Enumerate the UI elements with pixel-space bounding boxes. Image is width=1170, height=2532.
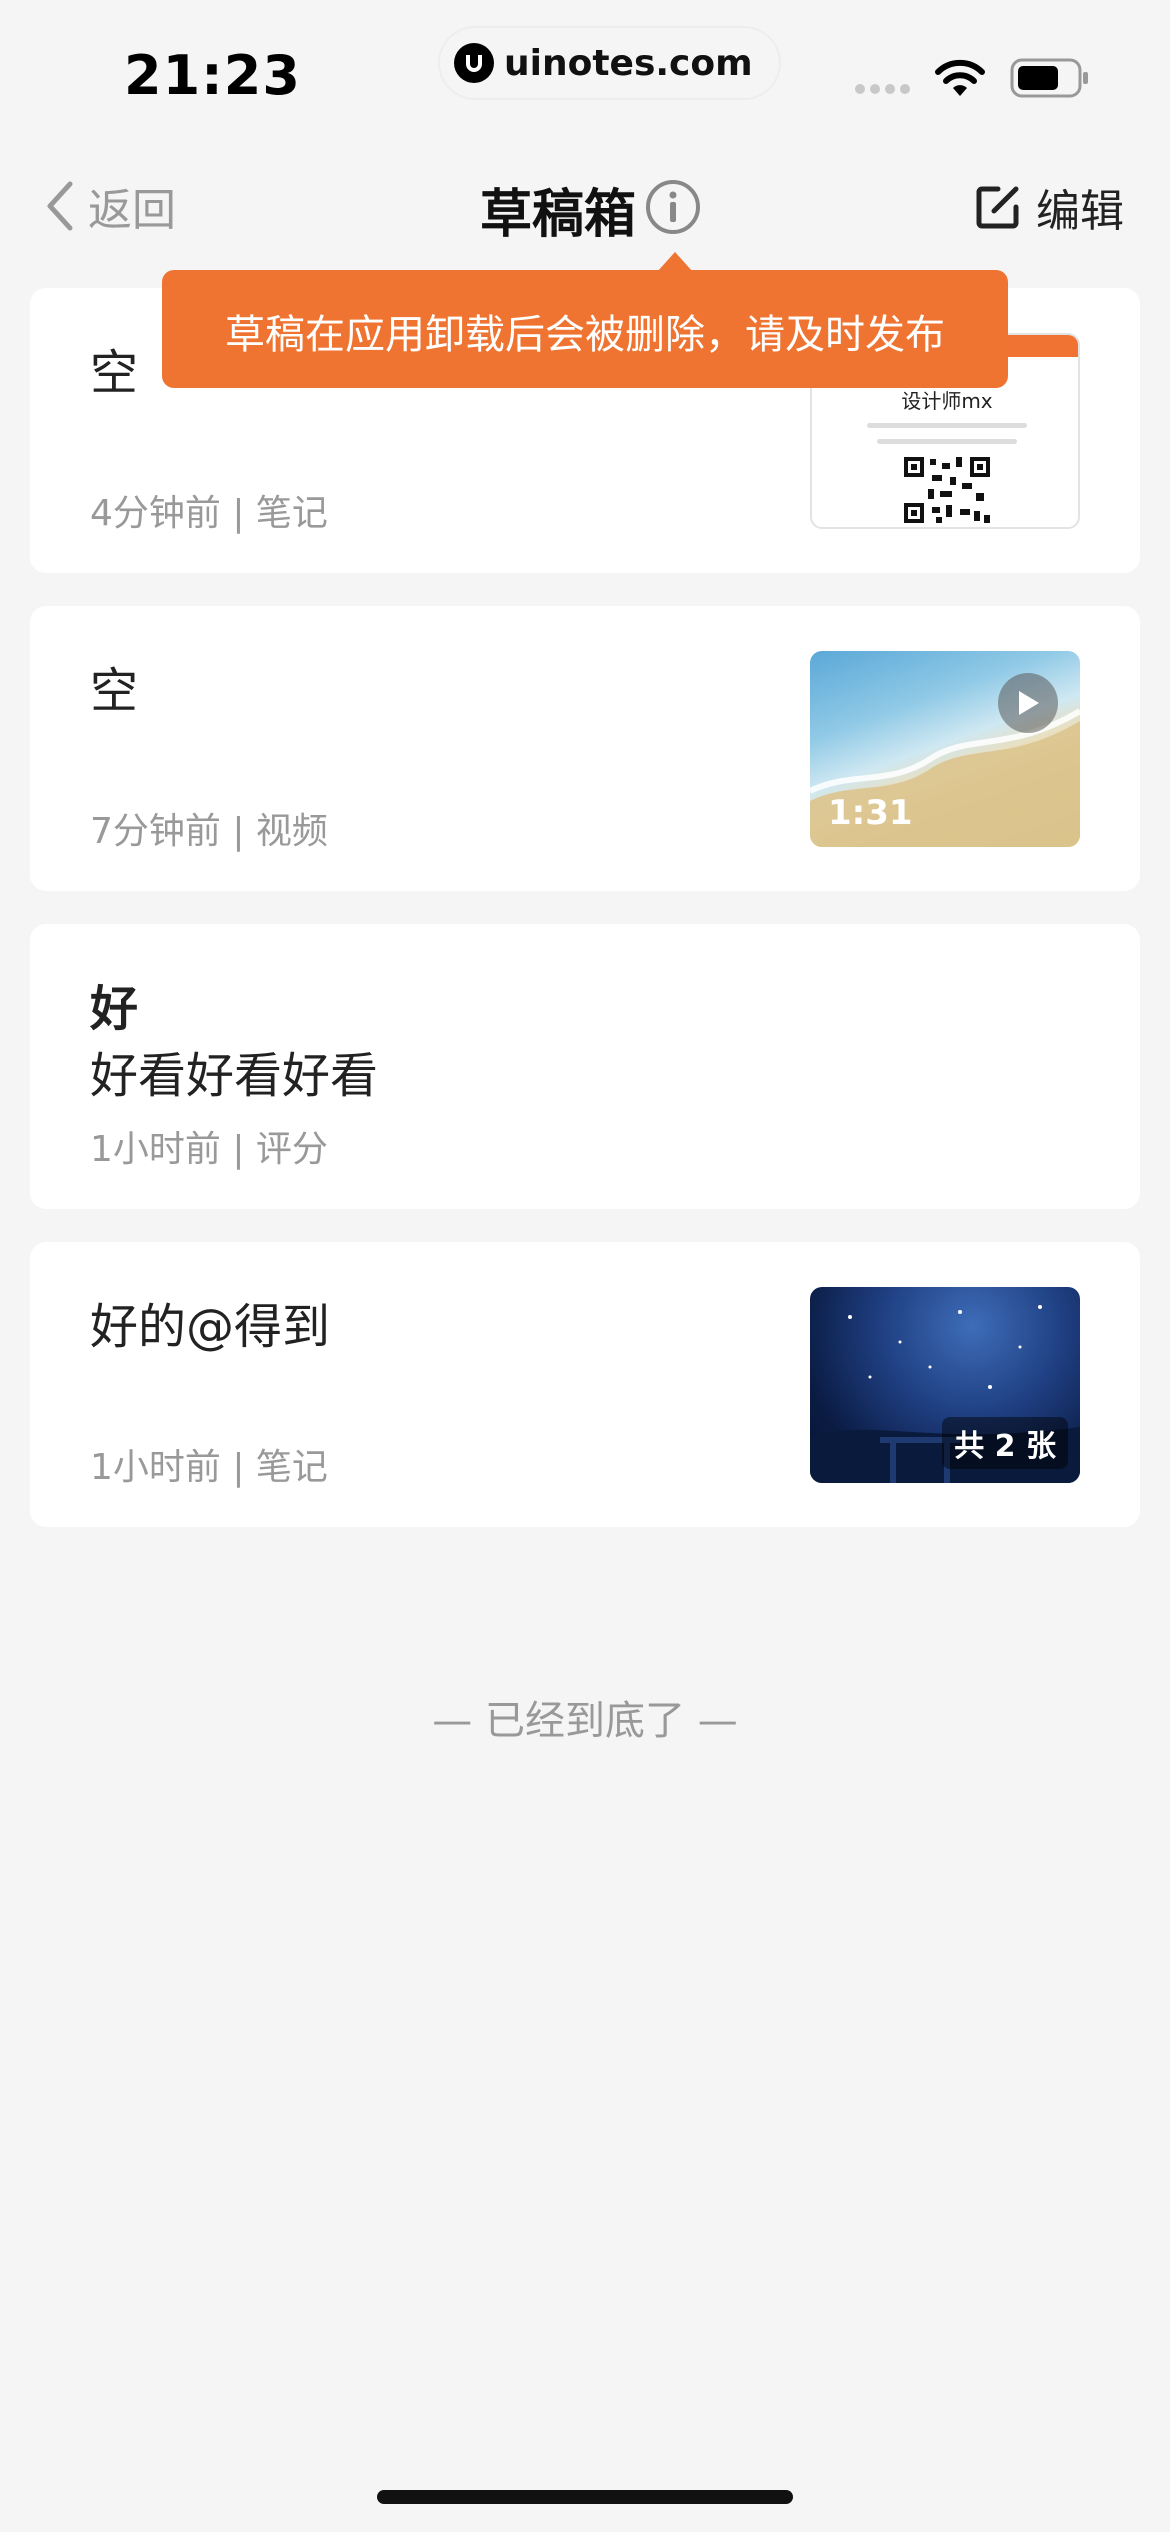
draft-content: 好看好看好看 — [90, 1048, 379, 1104]
tooltip-text: 草稿在应用卸载后会被删除，请及时发布 — [225, 312, 945, 358]
watermark-badge: uinotes.com — [440, 28, 779, 98]
edit-label: 编辑 — [1036, 186, 1124, 237]
chevron-left-icon — [47, 181, 73, 231]
page-title: 草稿箱 — [480, 185, 637, 245]
watermark-logo-icon — [454, 43, 494, 83]
draft-title: 空 — [90, 345, 139, 401]
draft-card[interactable]: 好 好看好看好看 1小时前 | 评分 — [30, 924, 1140, 1209]
wifi-icon — [935, 59, 985, 96]
back-button[interactable]: 返回 — [44, 178, 176, 236]
draft-meta: 1小时前 | 笔记 — [90, 1447, 328, 1488]
home-indicator[interactable] — [377, 2490, 793, 2504]
draft-title: 好的@得到 — [90, 1299, 331, 1355]
drafts-screen: 21:23 uinotes.com 返回 草稿箱 编辑 空 4分钟前 | 笔记 … — [0, 0, 1170, 2532]
status-bar: 21:23 uinotes.com — [0, 0, 1170, 140]
draft-meta: 4分钟前 | 笔记 — [90, 493, 328, 534]
draft-meta: 7分钟前 | 视频 — [90, 811, 328, 852]
edit-icon — [976, 186, 1019, 229]
thumbnail-heading: 设计师mx — [901, 389, 993, 413]
info-tooltip: 草稿在应用卸载后会被删除，请及时发布 — [162, 270, 1008, 388]
watermark-text: uinotes.com — [504, 42, 753, 84]
battery-icon — [1010, 58, 1088, 98]
draft-meta: 1小时前 | 评分 — [90, 1129, 328, 1170]
tooltip-arrow — [657, 252, 693, 272]
draft-card[interactable]: 好的@得到 1小时前 | 笔记 共 2 张 — [30, 1242, 1140, 1527]
qr-code-icon — [902, 455, 992, 525]
back-label: 返回 — [88, 185, 176, 236]
video-duration: 1:31 — [828, 793, 913, 833]
draft-thumbnail-image: 共 2 张 — [810, 1287, 1080, 1483]
draft-card[interactable]: 空 7分钟前 | 视频 1:31 — [30, 606, 1140, 891]
end-of-list-text: — 已经到底了 — — [432, 1698, 738, 1744]
cellular-signal-icon — [855, 84, 910, 94]
image-count-badge: 共 2 张 — [942, 1417, 1068, 1469]
status-time: 21:23 — [124, 44, 301, 107]
draft-title: 好 — [90, 981, 139, 1037]
play-icon[interactable] — [998, 673, 1058, 733]
info-icon[interactable] — [644, 178, 702, 236]
navigation-bar: 返回 草稿箱 编辑 — [0, 150, 1170, 260]
draft-thumbnail-video: 1:31 — [810, 651, 1080, 847]
edit-button[interactable]: 编辑 — [974, 178, 1124, 237]
draft-title: 空 — [90, 663, 139, 719]
